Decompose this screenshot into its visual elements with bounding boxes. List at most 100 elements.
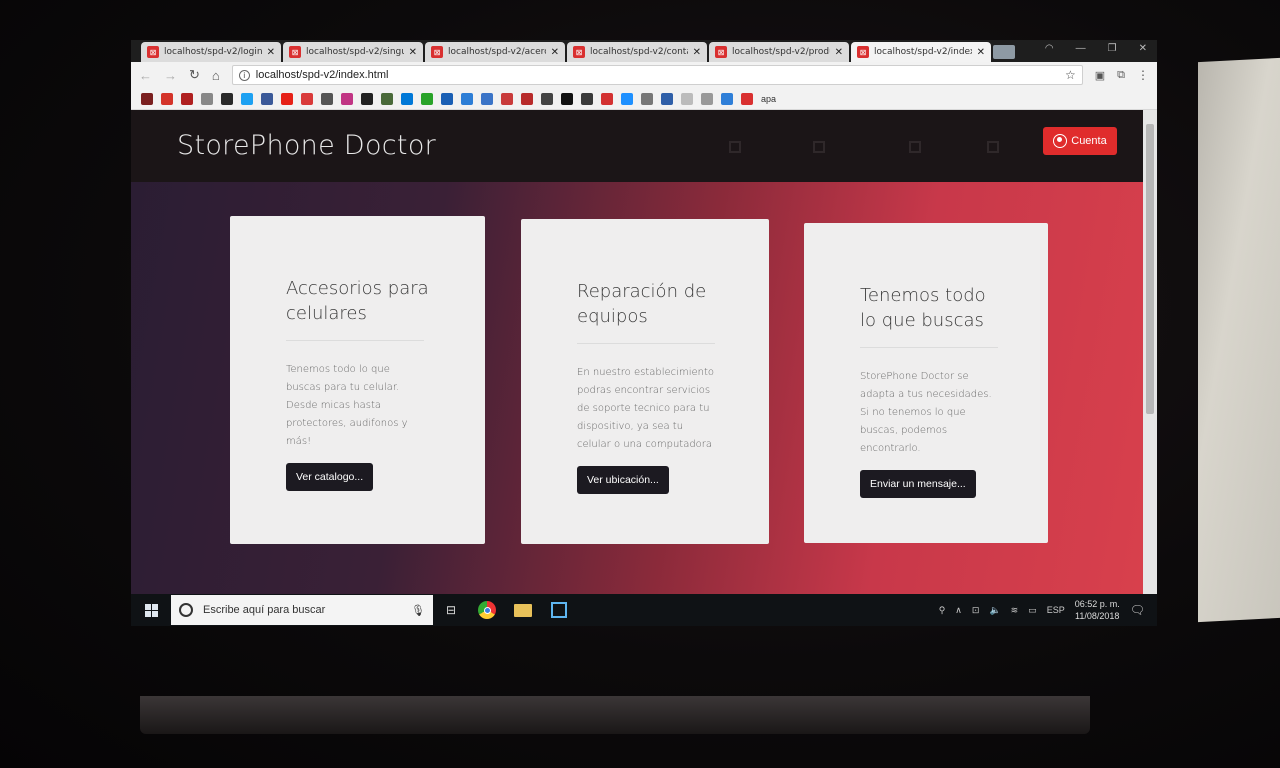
page-scrollbar[interactable]	[1143, 110, 1157, 594]
favicon-icon: ⊠	[431, 46, 443, 58]
bookmark-icon[interactable]	[261, 92, 273, 105]
bookmark-icon[interactable]	[401, 92, 413, 105]
menu-icon[interactable]: ⋮	[1137, 68, 1149, 82]
close-window-icon[interactable]: ✕	[1139, 43, 1147, 54]
close-icon[interactable]: ✕	[409, 47, 417, 58]
bookmark-icon[interactable]	[721, 92, 733, 105]
bookmark-icon[interactable]	[321, 92, 333, 105]
card-title-line: celulares	[286, 303, 367, 324]
minimize-icon[interactable]: —	[1076, 43, 1086, 54]
bookmark-icon[interactable]	[221, 92, 233, 105]
clock[interactable]: 06:52 p. m. 11/08/2018	[1075, 598, 1120, 622]
taskbar-search[interactable]: Escribe aquí para buscar 🎙	[171, 595, 433, 625]
chevron-up-icon[interactable]: ∧	[955, 605, 962, 616]
enviar-mensaje-button[interactable]: Enviar un mensaje...	[860, 470, 976, 498]
account-button[interactable]: Cuenta	[1043, 127, 1117, 155]
tab-index[interactable]: ⊠ localhost/spd-v2/index ✕	[851, 42, 991, 62]
bookmark-icon[interactable]	[541, 92, 553, 105]
bookmark-icon[interactable]	[281, 92, 293, 105]
favicon-icon: ⊠	[289, 46, 301, 58]
bookmark-icon[interactable]	[581, 92, 593, 105]
bookmark-icon[interactable]	[421, 92, 433, 105]
app-icon[interactable]	[541, 594, 577, 626]
network-icon[interactable]: ⊡	[972, 605, 980, 616]
cast-icon[interactable]: ⧉	[1117, 69, 1125, 82]
nav-link-3[interactable]	[909, 140, 921, 154]
home-icon[interactable]: ⌂	[212, 68, 220, 83]
site-navbar: StorePhone Doctor Cuenta	[131, 110, 1143, 182]
new-tab-button[interactable]	[993, 45, 1015, 59]
tab-contacto[interactable]: ⊠ localhost/spd-v2/contac ✕	[567, 42, 707, 62]
bookmark-icon[interactable]	[381, 92, 393, 105]
tab-login[interactable]: ⊠ localhost/spd-v2/login.h ✕	[141, 42, 281, 62]
scrollbar-thumb[interactable]	[1146, 124, 1154, 414]
bookmark-icon[interactable]	[301, 92, 313, 105]
card-title-line: Tenemos todo	[860, 285, 986, 306]
close-icon[interactable]: ✕	[835, 47, 843, 58]
web-page: StorePhone Doctor Cuenta Accesorios para…	[131, 110, 1143, 594]
language-indicator[interactable]: ESP	[1047, 605, 1065, 615]
bookmark-icon[interactable]	[341, 92, 353, 105]
tab-acerca[interactable]: ⊠ localhost/spd-v2/acerca ✕	[425, 42, 565, 62]
back-icon[interactable]: ←	[139, 68, 152, 83]
bookmark-icon[interactable]	[501, 92, 513, 105]
tab-singup[interactable]: ⊠ localhost/spd-v2/singup ✕	[283, 42, 423, 62]
people-icon[interactable]: ⚲	[939, 605, 946, 616]
clock-date: 11/08/2018	[1075, 611, 1120, 621]
star-icon[interactable]: ☆	[1065, 68, 1076, 82]
monitor-screen: ⊠ localhost/spd-v2/login.h ✕ ⊠ localhost…	[131, 40, 1157, 626]
bookmark-icon[interactable]	[521, 92, 533, 105]
bookmark-icon[interactable]	[481, 92, 493, 105]
bookmark-icon[interactable]	[161, 92, 173, 105]
notifications-icon[interactable]: 🗨	[1130, 603, 1145, 617]
chrome-icon[interactable]	[469, 594, 505, 626]
nav-link-4[interactable]	[987, 140, 999, 154]
close-icon[interactable]: ✕	[551, 47, 559, 58]
bookmark-icon[interactable]	[241, 92, 253, 105]
bookmark-icon[interactable]	[741, 92, 753, 105]
ver-catalogo-button[interactable]: Ver catalogo...	[286, 463, 374, 491]
bookmark-icon[interactable]	[641, 92, 653, 105]
volume-icon[interactable]: 🔈	[989, 605, 1000, 616]
background-paper	[1198, 57, 1280, 623]
close-icon[interactable]: ✕	[977, 47, 985, 58]
bookmark-icon[interactable]	[201, 92, 213, 105]
bookmark-icon[interactable]	[661, 92, 673, 105]
card-divider	[286, 340, 424, 341]
extension-icon[interactable]: ▣	[1095, 69, 1105, 82]
bookmark-icon[interactable]	[621, 92, 633, 105]
info-icon[interactable]: i	[238, 69, 250, 81]
card-divider	[577, 343, 715, 344]
bookmark-icon[interactable]	[681, 92, 693, 105]
start-button[interactable]	[131, 594, 171, 626]
battery-icon[interactable]: ▭	[1028, 605, 1037, 616]
task-view-icon[interactable]: ⊟	[433, 594, 469, 626]
file-explorer-icon[interactable]	[505, 594, 541, 626]
bookmark-icon[interactable]	[561, 92, 573, 105]
bookmark-icon[interactable]	[701, 92, 713, 105]
address-bar[interactable]: i localhost/spd-v2/index.html ☆	[231, 65, 1083, 85]
bookmark-icon[interactable]	[181, 92, 193, 105]
user-icon	[1053, 134, 1068, 148]
close-icon[interactable]: ✕	[693, 47, 701, 58]
nav-link-1[interactable]	[729, 140, 741, 154]
ver-ubicacion-button[interactable]: Ver ubicación...	[577, 466, 669, 494]
wifi-icon[interactable]: ≋	[1011, 605, 1019, 616]
bookmark-icon[interactable]	[601, 92, 613, 105]
close-icon[interactable]: ✕	[267, 47, 275, 58]
bookmark-label[interactable]: apa	[761, 94, 776, 104]
profile-icon[interactable]: ◠	[1045, 43, 1054, 54]
bookmark-icon[interactable]	[461, 92, 473, 105]
nav-link-2[interactable]	[813, 140, 825, 154]
maximize-icon[interactable]: ❐	[1108, 43, 1117, 54]
forward-icon[interactable]: →	[164, 68, 177, 83]
bookmark-icon[interactable]	[141, 92, 153, 105]
bookmark-icon[interactable]	[441, 92, 453, 105]
microphone-icon[interactable]: 🎙	[411, 604, 425, 617]
site-brand[interactable]: StorePhone Doctor	[177, 130, 436, 161]
tab-productos[interactable]: ⊠ localhost/spd-v2/produ ✕	[709, 42, 849, 62]
bookmark-icon[interactable]	[361, 92, 373, 105]
card-title: Tenemos todo lo que buscas	[860, 283, 992, 333]
reload-icon[interactable]: ↻	[189, 67, 200, 83]
tab-title: localhost/spd-v2/singup	[306, 47, 404, 57]
